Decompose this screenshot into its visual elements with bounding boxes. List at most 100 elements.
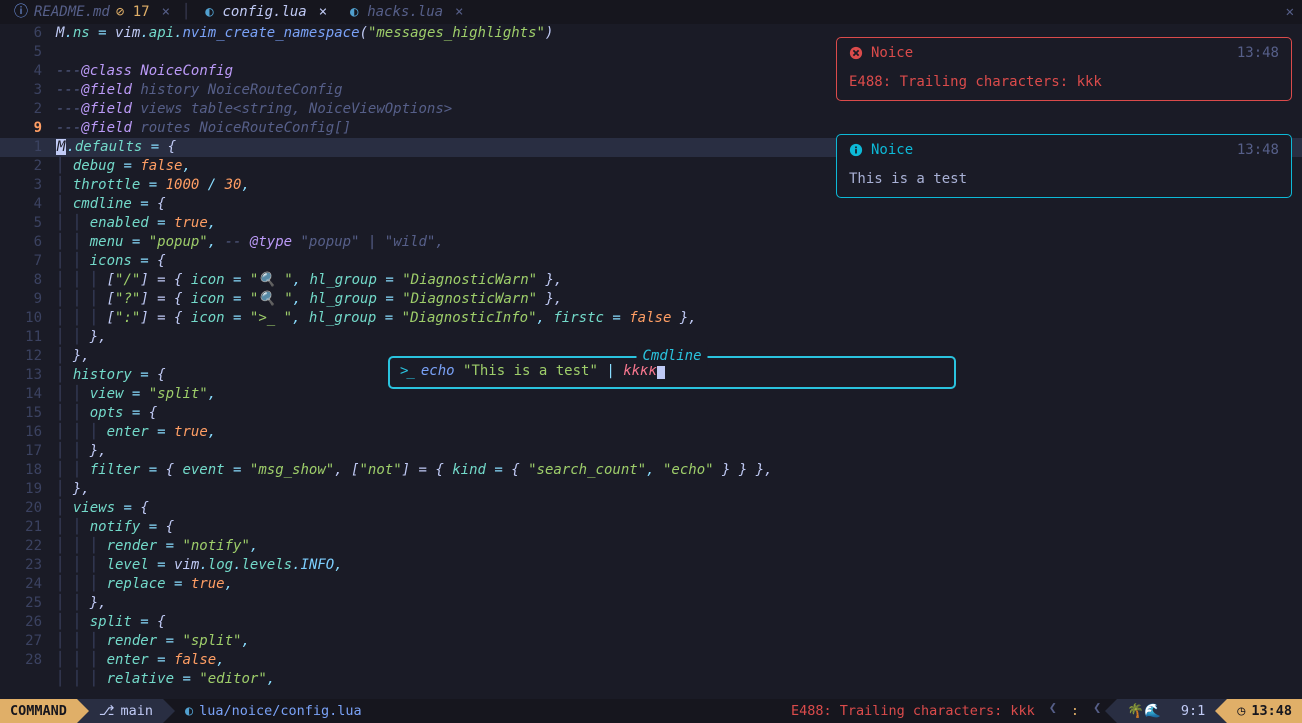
code-content: │ │ │ ["?"] = { icon = "🔍 ", hl_group = … [56,290,1302,309]
line-number: 19 [0,480,56,499]
status-icons: 🌴🌊 [1117,699,1171,723]
close-icon[interactable]: × [455,3,463,22]
line-number: 3 [0,81,56,100]
status-position: 9:1 [1171,699,1215,723]
code-content: │ views = { [56,499,1302,518]
code-content: │ │ │ replace = true, [56,575,1302,594]
info-icon: ⓘ [14,5,28,19]
code-line[interactable]: 4│ cmdline = { [0,195,1302,214]
line-number: 5 [0,43,56,62]
tab-README-md[interactable]: ⓘREADME.md⊘ 17× [4,3,180,22]
tab-hacks-lua[interactable]: ◐ hacks.lua × [337,3,473,22]
code-line[interactable]: 26│ │ split = { [0,613,1302,632]
status-line: COMMAND ⎇ main ◐ lua/noice/config.lua E4… [0,699,1302,723]
notification-info: Noice 13:48 This is a test [836,134,1292,198]
code-line[interactable]: 23│ │ │ level = vim.log.levels.INFO, [0,556,1302,575]
code-line[interactable]: │ │ │ relative = "editor", [0,670,1302,689]
error-icon [849,46,863,60]
code-line[interactable]: 20│ views = { [0,499,1302,518]
code-line[interactable]: 7│ │ icons = { [0,252,1302,271]
tab-label: config.lua [222,3,306,22]
line-number: 8 [0,271,56,290]
code-line[interactable]: 27│ │ │ render = "split", [0,632,1302,651]
line-number: 6 [0,24,56,43]
code-content: │ │ │ enter = false, [56,651,1302,670]
line-number: 9 [0,119,56,138]
line-number: 20 [0,499,56,518]
line-number: 24 [0,575,56,594]
notification-body: E488: Trailing characters: kkk [849,73,1279,92]
line-number: 17 [0,442,56,461]
code-line[interactable]: 11│ │ }, [0,328,1302,347]
code-line[interactable]: 22│ │ │ render = "notify", [0,537,1302,556]
line-number: 9 [0,290,56,309]
notification-time: 13:48 [1237,44,1279,63]
code-line[interactable]: 15│ │ opts = { [0,404,1302,423]
status-clock: ◷ 13:48 [1227,699,1302,723]
close-all-icon[interactable]: ✕ [1286,3,1302,22]
code-line[interactable]: 9│ │ │ ["?"] = { icon = "🔍 ", hl_group =… [0,290,1302,309]
file-path: lua/noice/config.lua [199,702,362,720]
code-line[interactable]: 18│ │ filter = { event = "msg_show", ["n… [0,461,1302,480]
code-content: │ │ │ level = vim.log.levels.INFO, [56,556,1302,575]
code-line[interactable]: 24│ │ │ replace = true, [0,575,1302,594]
code-content: │ }, [56,480,1302,499]
status-error: E488: Trailing characters: kkk [781,699,1045,723]
line-number: 5 [0,214,56,233]
tab-label: hacks.lua [367,3,443,22]
separator-icon [1215,699,1227,723]
lua-icon: ◐ [347,5,361,19]
close-icon[interactable]: × [319,3,327,22]
code-content: │ │ split = { [56,613,1302,632]
code-line[interactable]: 2---@field views table<string, NoiceView… [0,100,1302,119]
code-content: │ │ │ [":"] = { icon = ">_ ", hl_group =… [56,309,1302,328]
notification-error: Noice 13:48 E488: Trailing characters: k… [836,37,1292,101]
tab-config-lua[interactable]: ◐config.lua× [192,3,337,22]
code-content: ---@field views table<string, NoiceViewO… [56,100,1302,119]
line-number: 12 [0,347,56,366]
status-path: ◐ lua/noice/config.lua [175,699,372,723]
code-line[interactable]: 5│ │ enabled = true, [0,214,1302,233]
code-content: │ │ │ render = "notify", [56,537,1302,556]
separator-icon: │ [180,3,192,22]
line-number: 1 [0,138,56,157]
line-number: 22 [0,537,56,556]
separator-icon: ❮ [1089,699,1105,723]
separator-icon [77,699,89,723]
line-number: 7 [0,252,56,271]
cmdline-token: | [606,363,614,379]
code-content: │ │ │ relative = "editor", [56,670,1302,689]
code-line[interactable]: 8│ │ │ ["/"] = { icon = "🔍 ", hl_group =… [0,271,1302,290]
code-line[interactable]: 25│ │ }, [0,594,1302,613]
code-content: │ │ menu = "popup", -- @type "popup" | "… [56,233,1302,252]
line-number: 26 [0,613,56,632]
notification-body: This is a test [849,170,1279,189]
branch-icon: ⎇ [99,702,115,720]
code-line[interactable]: 6│ │ menu = "popup", -- @type "popup" | … [0,233,1302,252]
clock-icon: ◷ [1237,702,1245,720]
status-command: : [1061,699,1089,723]
code-content: │ │ opts = { [56,404,1302,423]
line-number: 25 [0,594,56,613]
notification-title: Noice [871,44,913,63]
code-line[interactable]: 17│ │ }, [0,442,1302,461]
code-line[interactable]: 19│ }, [0,480,1302,499]
code-content: │ │ }, [56,328,1302,347]
code-line[interactable]: 10│ │ │ [":"] = { icon = ">_ ", hl_group… [0,309,1302,328]
status-branch: ⎇ main [89,699,163,723]
code-content: │ │ │ render = "split", [56,632,1302,651]
line-number: 4 [0,62,56,81]
code-line[interactable]: 28│ │ │ enter = false, [0,651,1302,670]
line-number: 18 [0,461,56,480]
tab-badge: ⊘ 17 [116,3,150,22]
line-number: 15 [0,404,56,423]
code-content: │ │ enabled = true, [56,214,1302,233]
line-number: 16 [0,423,56,442]
code-content: │ │ }, [56,594,1302,613]
lua-icon: ◐ [185,702,193,720]
code-line[interactable]: 21│ │ notify = { [0,518,1302,537]
close-icon[interactable]: × [162,3,170,22]
line-number: 13 [0,366,56,385]
code-line[interactable]: 16│ │ │ enter = true, [0,423,1302,442]
cmdline-popup[interactable]: Cmdline >_ echo "This is a test" | kkkk [388,356,956,389]
